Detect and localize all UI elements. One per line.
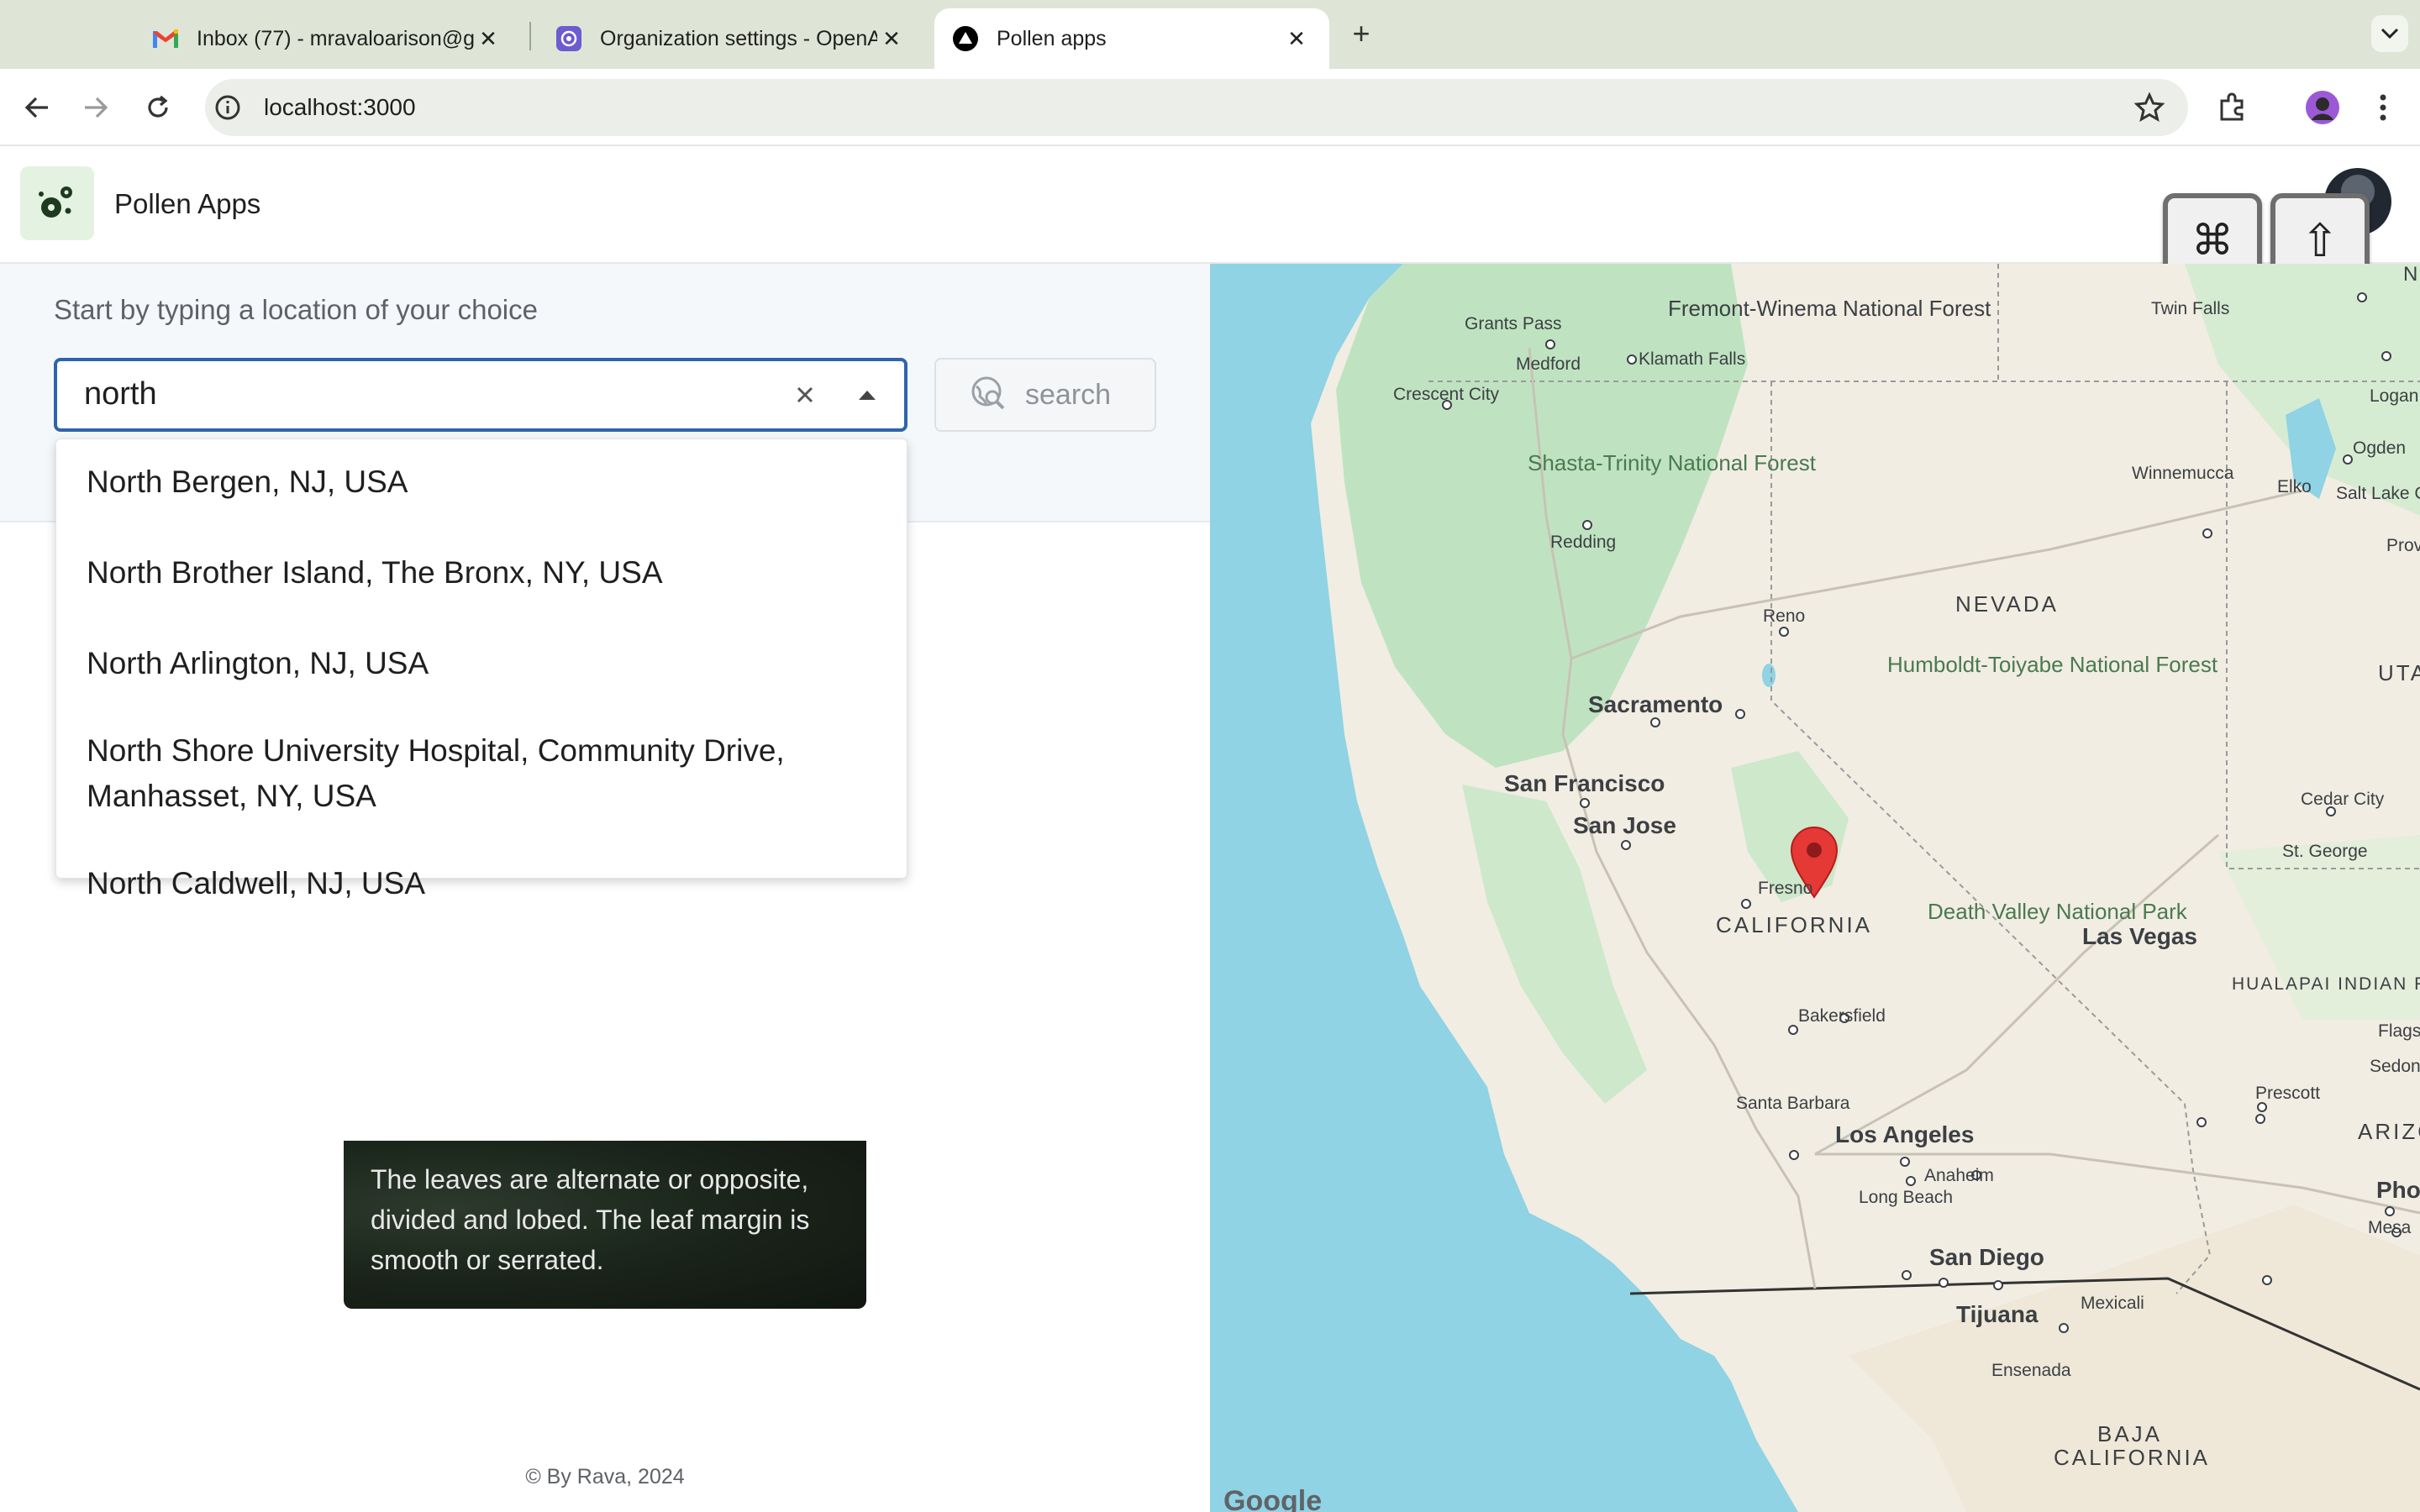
location-search-input[interactable]: north	[54, 358, 908, 432]
map-label-sacramento: Sacramento	[1588, 691, 1723, 717]
extensions-puzzle-icon[interactable]	[2212, 87, 2252, 128]
tab-title: Inbox (77) - mravaloarison@gmail.com	[197, 26, 474, 50]
address-bar[interactable]: localhost:3000	[205, 79, 2188, 136]
map-label-arizona: ARIZO	[2358, 1119, 2420, 1144]
tab-separator	[529, 22, 531, 50]
map-label-california: CALIFORNIA	[1716, 912, 1872, 937]
map-label-santa-barbara: Santa Barbara	[1736, 1094, 1850, 1113]
forward-arrow-icon[interactable]	[74, 86, 118, 129]
map-label-logan: Logan	[2370, 386, 2418, 406]
map-canvas[interactable]: Fremont-Winema National Forest Grants Pa…	[1210, 264, 2420, 1512]
map-label-klamath: Klamath Falls	[1639, 349, 1745, 369]
map-label-tijuana: Tijuana	[1956, 1301, 2039, 1327]
browser-tab-strip: Inbox (77) - mravaloarison@gmail.com ✕ O…	[0, 0, 2420, 69]
plant-info-card: The leaves are alternate or opposite, di…	[344, 1141, 866, 1309]
location-suggestions-list: North Bergen, NJ, USA North Brother Isla…	[55, 438, 908, 900]
map-label-elko: Elko	[2277, 477, 2312, 496]
map-label-ogden: Ogden	[2353, 438, 2406, 458]
map-label-baja: BAJA	[2097, 1421, 2162, 1446]
map-label-la: Los Angeles	[1835, 1121, 1974, 1147]
browser-toolbar: localhost:3000	[0, 69, 2420, 146]
map-label-reno: Reno	[1763, 606, 1805, 626]
bookmark-star-icon[interactable]	[2133, 92, 2165, 123]
map-label-sd: San Diego	[1929, 1244, 2044, 1270]
shift-key-glyph: ⇧	[2301, 213, 2339, 267]
footer-credit: © By Rava, 2024	[525, 1465, 685, 1488]
globe-search-icon	[970, 375, 1007, 416]
tab-close-icon[interactable]: ✕	[877, 26, 906, 52]
tab-close-icon[interactable]: ✕	[474, 26, 502, 52]
map-label-cedar: Cedar City	[2301, 790, 2385, 809]
map-label-long-beach: Long Beach	[1859, 1188, 1953, 1207]
map-label-medford: Medford	[1516, 354, 1581, 374]
dropdown-caret-up-icon[interactable]	[850, 378, 884, 412]
suggestion-item[interactable]: North Brother Island, The Bronx, NY, USA	[56, 542, 907, 604]
map-label-sj: San Jose	[1573, 812, 1676, 838]
back-arrow-icon[interactable]	[15, 86, 59, 129]
map-label-phoenix: Phoenix	[2376, 1177, 2420, 1203]
suggestion-item[interactable]: North Caldwell, NJ, USA	[56, 853, 907, 915]
browser-tab-gmail[interactable]: Inbox (77) - mravaloarison@gmail.com ✕	[134, 8, 521, 69]
suggestion-item[interactable]: North Shore University Hospital, Communi…	[56, 720, 907, 827]
map-label-humboldt: Humboldt-Toiyabe National Forest	[1887, 652, 2218, 677]
command-key-glyph: ⌘	[2191, 216, 2233, 265]
map-label-slc: Salt Lake C	[2336, 484, 2420, 503]
map-label-winnemucca: Winnemucca	[2132, 464, 2234, 483]
suggestion-item[interactable]: North Arlington, NJ, USA	[56, 633, 907, 695]
browser-tab-openai[interactable]: Organization settings - OpenAI API ✕	[538, 8, 924, 69]
google-logo: Google	[1223, 1485, 1322, 1512]
map-label-uta: UTA	[2378, 660, 2420, 685]
map-label-st-george: St. George	[2282, 842, 2368, 861]
map-label-twin-falls: Twin Falls	[2151, 299, 2229, 318]
map-label-grants-pass: Grants Pass	[1465, 314, 1562, 333]
url-text: localhost:3000	[264, 94, 416, 120]
map-label-provo: Prov	[2386, 536, 2420, 555]
map-label-ensenada: Ensenada	[1991, 1361, 2071, 1380]
map-label-bakersfield: Bakersfield	[1798, 1006, 1886, 1026]
plant-description: The leaves are alternate or opposite, di…	[371, 1164, 810, 1275]
map-label-prescott: Prescott	[2255, 1084, 2320, 1103]
map-label-sedona: Sedon	[2370, 1057, 2420, 1076]
map-label-flagstaff: Flags	[2378, 1021, 2420, 1041]
search-hint: Start by typing a location of your choic…	[54, 294, 538, 325]
map-view[interactable]: Fremont-Winema National Forest Grants Pa…	[1210, 264, 2420, 1512]
new-tab-plus-icon[interactable]: +	[1344, 15, 1378, 52]
clear-input-icon[interactable]	[788, 378, 822, 412]
map-label-death-valley: Death Valley National Park	[1928, 899, 2188, 924]
map-label-crescent: Crescent City	[1393, 385, 1500, 404]
app-triangle-icon	[953, 26, 978, 51]
map-label-baja-california: CALIFORNIA	[2054, 1445, 2210, 1470]
map-label-hualapai: HUALAPAI INDIAN RESERVATION	[2232, 974, 2420, 994]
map-label-sf: San Francisco	[1504, 770, 1665, 796]
map-label-n-edge: N	[2403, 264, 2417, 286]
map-label-mesa: Mesa	[2368, 1218, 2412, 1237]
tab-title: Pollen apps	[997, 26, 1107, 50]
map-label-las-vegas: Las Vegas	[2082, 923, 2197, 949]
tab-close-icon[interactable]: ✕	[1282, 26, 1311, 52]
app-header: Pollen Apps ⌘ ⇧	[0, 148, 2420, 287]
site-info-icon[interactable]	[213, 93, 242, 122]
search-button-label: search	[1025, 378, 1112, 411]
map-label-fresno: Fresno	[1758, 879, 1812, 898]
suggestion-item[interactable]: North Bergen, NJ, USA	[56, 451, 907, 513]
search-input-value: north	[84, 376, 157, 412]
map-label-anaheim: Anaheim	[1924, 1166, 1994, 1185]
map-label-nevada: NEVADA	[1955, 591, 2059, 617]
openai-icon	[556, 26, 581, 51]
map-label-redding: Redding	[1550, 533, 1616, 552]
browser-menu-kebab-icon[interactable]	[2363, 87, 2403, 128]
reload-icon[interactable]	[136, 86, 180, 129]
search-button[interactable]: search	[934, 358, 1156, 432]
tab-search-chevron-icon[interactable]	[2371, 15, 2408, 52]
map-label-shasta: Shasta-Trinity National Forest	[1528, 450, 1817, 475]
map-label-mexicali: Mexicali	[2081, 1294, 2144, 1313]
pollen-logo-icon	[20, 166, 94, 240]
profile-avatar-icon[interactable]	[2302, 87, 2343, 128]
tab-title: Organization settings - OpenAI API	[600, 26, 877, 50]
app-title: Pollen Apps	[114, 188, 261, 219]
gmail-icon	[153, 26, 178, 51]
map-label-fremont: Fremont-Winema National Forest	[1668, 296, 1991, 321]
browser-tab-pollen[interactable]: Pollen apps ✕	[934, 8, 1329, 69]
